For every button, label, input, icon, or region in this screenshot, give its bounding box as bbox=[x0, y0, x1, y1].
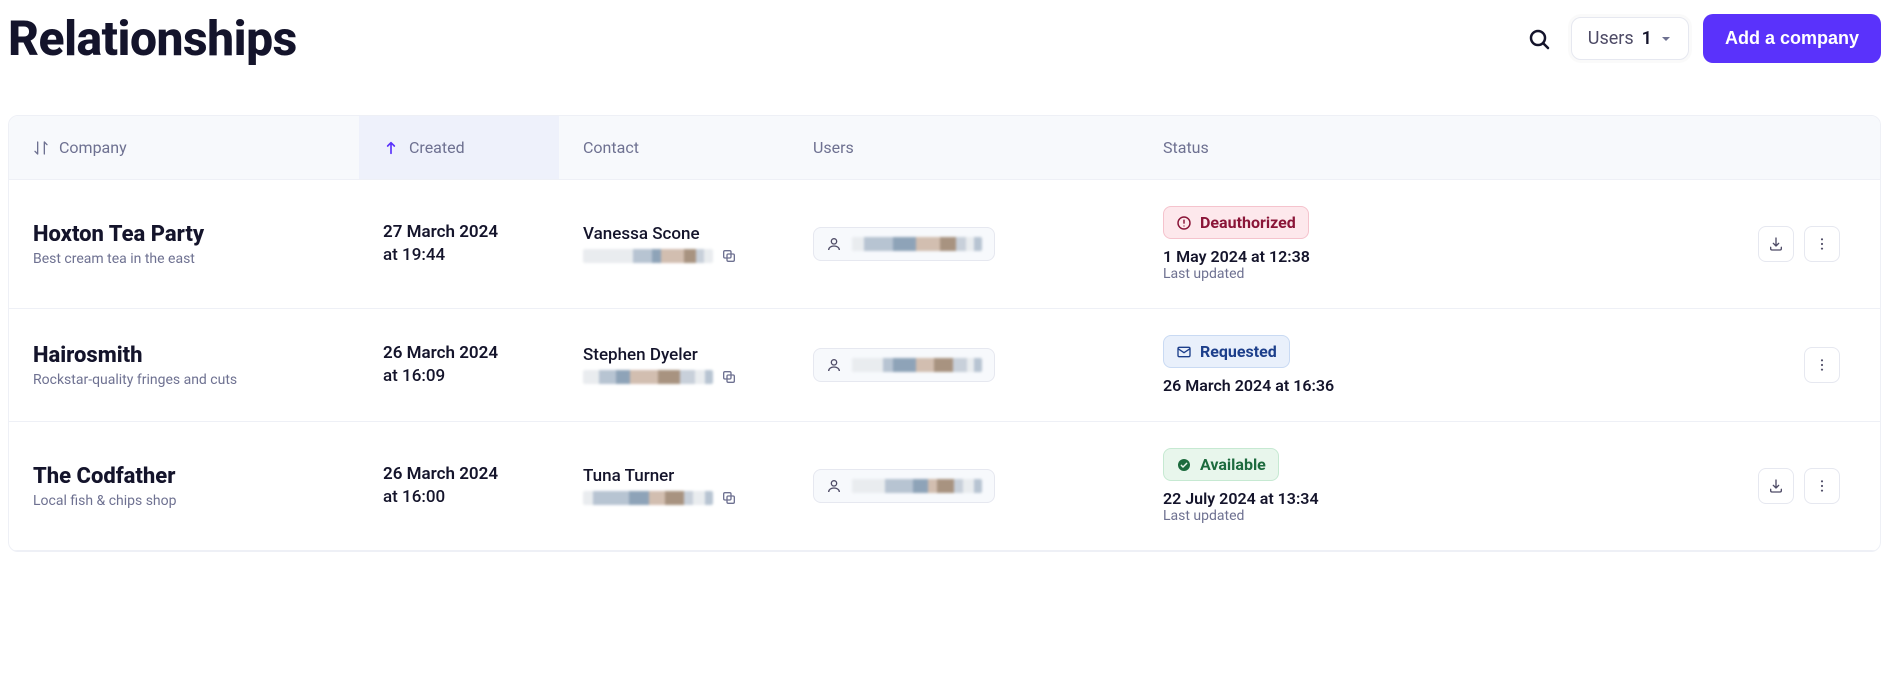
contact-name: Tuna Turner bbox=[583, 466, 765, 486]
user-icon bbox=[826, 478, 842, 494]
table-header: Company Created Contact Users Status bbox=[9, 116, 1880, 180]
status-badge: Available bbox=[1163, 448, 1279, 481]
column-status-label: Status bbox=[1163, 138, 1209, 157]
users-chip[interactable] bbox=[813, 348, 995, 382]
copy-icon[interactable] bbox=[721, 490, 737, 506]
search-button[interactable] bbox=[1521, 21, 1557, 57]
user-icon bbox=[826, 357, 842, 373]
status-date: 26 March 2024 at 16:36 bbox=[1163, 376, 1746, 395]
sort-both-icon bbox=[33, 140, 49, 156]
alert-circle-icon bbox=[1176, 215, 1192, 231]
users-chip[interactable] bbox=[813, 227, 995, 261]
status-badge: Deauthorized bbox=[1163, 206, 1309, 239]
column-users-label: Users bbox=[813, 138, 854, 157]
status-date: 1 May 2024 at 12:38 bbox=[1163, 247, 1710, 266]
check-circle-icon bbox=[1176, 457, 1192, 473]
status-label: Requested bbox=[1200, 342, 1277, 361]
company-tagline: Local fish & chips shop bbox=[33, 493, 335, 509]
created-timestamp: 26 March 2024at 16:09 bbox=[383, 342, 535, 388]
contact-name: Stephen Dyeler bbox=[583, 345, 765, 365]
sort-asc-icon bbox=[383, 140, 399, 156]
more-menu-button[interactable] bbox=[1804, 226, 1840, 262]
download-icon bbox=[1768, 236, 1784, 252]
column-contact[interactable]: Contact bbox=[559, 116, 789, 179]
kebab-icon bbox=[1814, 236, 1830, 252]
company-tagline: Best cream tea in the east bbox=[33, 251, 335, 267]
more-menu-button[interactable] bbox=[1804, 347, 1840, 383]
download-button[interactable] bbox=[1758, 226, 1794, 262]
column-company-label: Company bbox=[59, 138, 127, 157]
mail-icon bbox=[1176, 344, 1192, 360]
users-filter-count: 1 bbox=[1642, 28, 1652, 49]
chevron-down-icon bbox=[1660, 33, 1672, 45]
contact-name: Vanessa Scone bbox=[583, 224, 765, 244]
users-chip[interactable] bbox=[813, 469, 995, 503]
add-company-button[interactable]: Add a company bbox=[1703, 14, 1881, 63]
search-icon bbox=[1527, 27, 1551, 51]
status-sub: Last updated bbox=[1163, 508, 1710, 524]
company-name: Hairosmith bbox=[33, 343, 335, 368]
table-row: The Codfather Local fish & chips shop 26 M… bbox=[9, 422, 1880, 551]
status-badge: Requested bbox=[1163, 335, 1290, 368]
column-contact-label: Contact bbox=[583, 138, 639, 157]
download-button[interactable] bbox=[1758, 468, 1794, 504]
column-status[interactable]: Status bbox=[1139, 116, 1770, 179]
copy-icon[interactable] bbox=[721, 369, 737, 385]
column-company[interactable]: Company bbox=[9, 116, 359, 179]
kebab-icon bbox=[1814, 478, 1830, 494]
status-label: Available bbox=[1200, 455, 1266, 474]
users-filter-label: Users bbox=[1588, 28, 1634, 49]
status-label: Deauthorized bbox=[1200, 213, 1296, 232]
user-icon bbox=[826, 236, 842, 252]
copy-icon[interactable] bbox=[721, 248, 737, 264]
company-name: The Codfather bbox=[33, 464, 335, 489]
column-created-label: Created bbox=[409, 138, 465, 157]
company-tagline: Rockstar-quality fringes and cuts bbox=[33, 372, 335, 388]
users-filter-dropdown[interactable]: Users 1 bbox=[1571, 17, 1689, 60]
relationships-table: Company Created Contact Users Status Hox… bbox=[8, 115, 1881, 552]
more-menu-button[interactable] bbox=[1804, 468, 1840, 504]
table-row: Hoxton Tea Party Best cream tea in the ea… bbox=[9, 180, 1880, 309]
status-date: 22 July 2024 at 13:34 bbox=[1163, 489, 1710, 508]
table-row: Hairosmith Rockstar-quality fringes and c… bbox=[9, 309, 1880, 422]
created-timestamp: 27 March 2024at 19:44 bbox=[383, 221, 535, 267]
page-title: Relationships bbox=[8, 10, 297, 67]
download-icon bbox=[1768, 478, 1784, 494]
status-sub: Last updated bbox=[1163, 266, 1710, 282]
kebab-icon bbox=[1814, 357, 1830, 373]
created-timestamp: 26 March 2024at 16:00 bbox=[383, 463, 535, 509]
column-created[interactable]: Created bbox=[359, 116, 559, 179]
column-users[interactable]: Users bbox=[789, 116, 1139, 179]
company-name: Hoxton Tea Party bbox=[33, 222, 335, 247]
